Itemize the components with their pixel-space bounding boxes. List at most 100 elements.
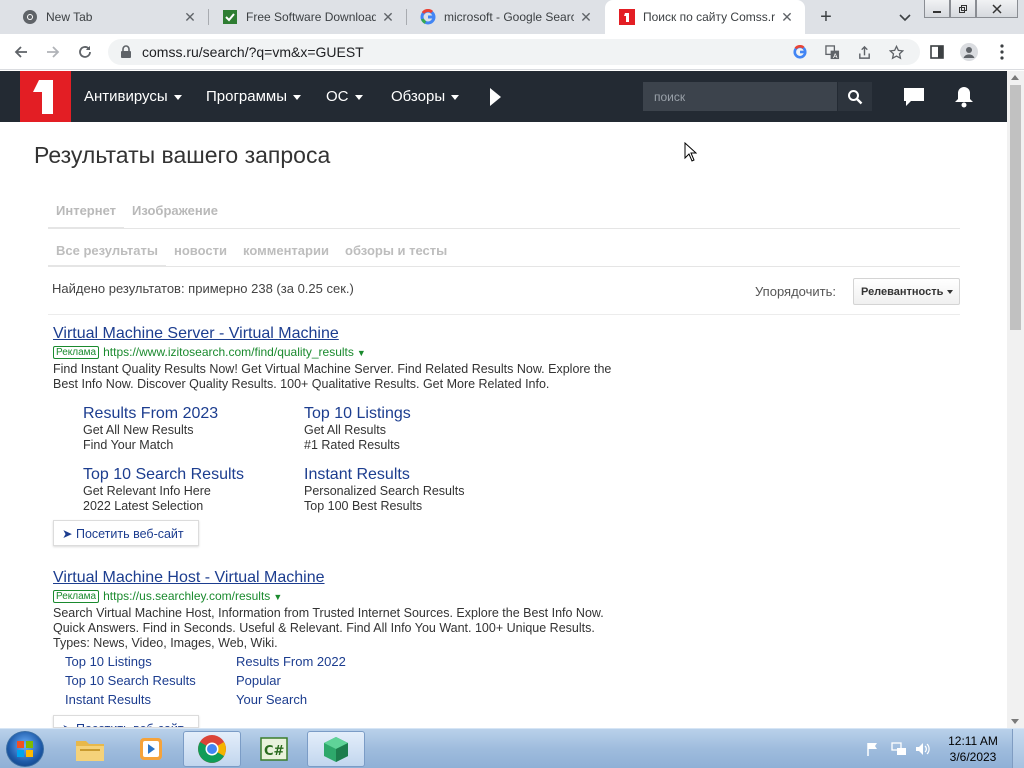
more-menu-arrow-icon[interactable] [490,88,501,106]
chat-icon[interactable] [902,86,926,108]
volume-icon[interactable] [915,742,931,756]
caret-down-icon [173,94,182,100]
sitelink[interactable]: Instant Results [65,692,151,707]
action-center-flag-icon[interactable] [866,742,882,756]
tab-reviews-tests[interactable]: обзоры и тесты [345,243,447,258]
bookmark-star-icon[interactable] [888,44,904,60]
sitelink[interactable]: Results From 2022 [236,654,346,669]
ad-url[interactable]: https://us.searchley.com/results [103,589,270,603]
comss-logo-icon [32,79,53,114]
ad-badge: Реклама [53,346,100,359]
ad-description: Find Instant Quality Results Now! Get Vi… [53,362,653,392]
vertical-scrollbar[interactable] [1007,71,1024,728]
visit-label: Посетить веб-сайт [75,527,184,541]
bell-icon[interactable] [952,86,976,108]
close-tab-icon[interactable]: ✕ [182,9,198,25]
google-icon [420,9,436,25]
lock-icon[interactable] [120,45,132,64]
tab-google-search[interactable]: microsoft - Google Search ✕ [406,0,604,34]
tab-free-software[interactable]: Free Software Downloads ✕ [208,0,406,34]
caret-down-icon [354,94,363,100]
close-tab-icon[interactable]: ✕ [380,9,396,25]
translate-icon[interactable]: A [824,44,840,60]
start-button[interactable] [6,731,44,767]
forward-button[interactable] [42,41,64,63]
scroll-down-icon[interactable] [1011,719,1019,724]
explorer-icon[interactable] [61,731,119,767]
sitelink-line: Personalized Search Results [304,484,465,498]
tab-news[interactable]: новости [174,243,227,258]
ad-url-row: Реклама https://www.izitosearch.com/find/… [53,345,653,361]
close-window-button[interactable] [976,0,1018,18]
sitelink[interactable]: Top 10 Listings [65,654,152,669]
close-tab-icon[interactable]: ✕ [578,9,594,25]
chrome-icon[interactable] [183,731,241,767]
site-search-button[interactable] [838,82,872,111]
sitelink-title[interactable]: Top 10 Search Results [83,466,244,484]
tab-internet[interactable]: Интернет [47,203,125,229]
csharp-icon[interactable]: C# [245,731,303,767]
sitelink[interactable]: Popular [236,673,281,688]
show-desktop-button[interactable] [1012,729,1024,768]
side-panel-icon[interactable] [928,43,946,61]
sitelink-title[interactable]: Instant Results [304,466,465,484]
restore-button[interactable] [950,0,976,18]
sitelink-title[interactable]: Top 10 Listings [304,405,411,423]
network-icon[interactable] [891,742,907,756]
more-menu-icon[interactable] [993,43,1011,61]
site-search-input[interactable]: поиск [643,82,837,111]
visit-website-button[interactable]: ➤ Посетить веб-сайт [53,520,199,546]
search-icon [848,89,863,104]
ad-url[interactable]: https://www.izitosearch.com/find/quality… [103,345,354,359]
close-tab-icon[interactable]: ✕ [779,9,795,25]
share-icon[interactable] [856,44,872,60]
caret-down-icon [293,94,302,100]
minimize-button[interactable] [924,0,950,18]
menu-os[interactable]: ОС [326,88,363,105]
media-player-icon[interactable] [122,731,180,767]
caret-down-icon[interactable]: ▼ [273,592,282,602]
sitelink[interactable]: Top 10 Search Results [65,673,196,688]
sort-dropdown[interactable]: Релевантность [853,278,960,305]
visit-website-button[interactable]: ➤ Посетить веб-сайт [53,715,199,728]
back-button[interactable] [10,41,32,63]
results-count: Найдено результатов: примерно 238 (за 0.… [52,281,354,296]
package-icon[interactable] [307,731,365,767]
tab-comments[interactable]: комментарии [243,243,329,258]
menu-programs[interactable]: Программы [206,88,302,105]
menu-reviews[interactable]: Обзоры [391,88,460,105]
ad-title-link[interactable]: Virtual Machine Server - Virtual Machine [53,324,653,343]
sitelink-line: #1 Rated Results [304,438,400,452]
address-bar[interactable]: comss.ru/search/?q=vm&x=GUEST A [108,39,920,65]
tab-new-tab[interactable]: New Tab ✕ [8,0,208,34]
menu-antivirus[interactable]: Антивирусы [84,88,182,105]
menu-label: Программы [206,88,288,105]
sitelink-title[interactable]: Results From 2023 [83,405,218,423]
google-icon[interactable] [792,44,808,60]
tab-images[interactable]: Изображение [132,203,218,218]
caret-down-icon[interactable]: ▼ [357,348,366,358]
profile-avatar-icon[interactable] [960,43,978,61]
site-logo[interactable] [20,71,71,122]
sitelink-line: Top 100 Best Results [304,499,423,513]
scroll-up-icon[interactable] [1011,75,1019,80]
caret-down-icon [947,290,954,295]
windows-logo-icon [17,741,33,757]
ad-result: Virtual Machine Server - Virtual Machine… [53,324,653,392]
ad-description: Search Virtual Machine Host, Information… [53,606,653,651]
scrollbar-thumb[interactable] [1010,85,1021,330]
system-clock[interactable]: 12:11 AM 3/6/2023 [940,733,1006,765]
new-tab-button[interactable]: + [815,6,837,28]
sitelink-line: Get All New Results [83,423,194,437]
sitelink: Results From 2023 Get All New Results Fi… [83,405,218,453]
tab-all-results[interactable]: Все результаты [47,243,167,267]
reload-button[interactable] [74,41,96,63]
sitelink-line: Find Your Match [83,438,174,452]
sitelink-line: 2022 Latest Selection [83,499,204,513]
sitelink: Top 10 Search Results Get Relevant Info … [83,466,244,514]
ad-title-link[interactable]: Virtual Machine Host - Virtual Machine [53,568,653,587]
sitelink[interactable]: Your Search [236,692,307,707]
url-text: comss.ru/search/?q=vm&x=GUEST [142,44,364,60]
tab-comss-search[interactable]: Поиск по сайту Comss.ru ✕ [605,0,805,34]
chevron-down-icon[interactable] [896,8,914,26]
